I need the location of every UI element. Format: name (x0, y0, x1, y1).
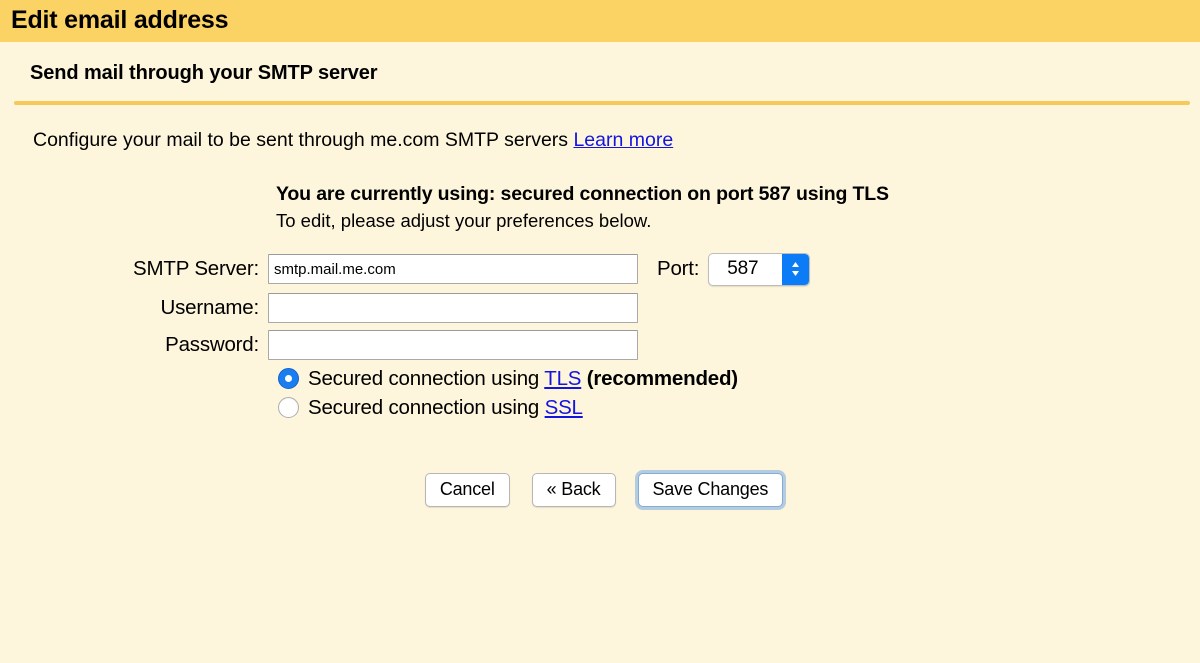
tls-recommended-text: (recommended) (581, 366, 738, 390)
page-title: Edit email address (11, 5, 229, 34)
current-settings-text: You are currently using: secured connect… (276, 183, 889, 206)
port-label: Port: (657, 257, 700, 281)
username-label: Username: (160, 295, 260, 319)
smtp-server-label: SMTP Server: (133, 257, 259, 281)
port-select[interactable]: 587 (708, 252, 811, 286)
ssl-option-label: Secured connection using SSL (308, 396, 583, 420)
ssl-option-row[interactable]: Secured connection using SSL (0, 396, 1200, 420)
smtp-server-row: SMTP Server: Port: 587 (0, 252, 1200, 286)
back-button[interactable]: « Back (531, 472, 616, 507)
username-input[interactable] (268, 292, 638, 323)
learn-more-link[interactable]: Learn more (573, 129, 673, 151)
intro-text: Configure your mail to be sent through m… (33, 129, 569, 151)
divider-wrapper (0, 101, 1200, 105)
cancel-button[interactable]: Cancel (424, 472, 510, 507)
smtp-form: SMTP Server: Port: 587 Username: Passwor… (0, 252, 1200, 420)
tls-label-prefix: Secured connection using (308, 366, 545, 390)
port-selected-value: 587 (727, 258, 759, 280)
section-heading: Send mail through your SMTP server (30, 62, 378, 84)
username-row: Username: (0, 292, 1200, 323)
password-row: Password: (0, 329, 1200, 360)
ssl-link[interactable]: SSL (545, 396, 583, 419)
intro-paragraph: Configure your mail to be sent through m… (0, 129, 1200, 152)
section-header: Send mail through your SMTP server (0, 42, 1200, 85)
tls-radio-button[interactable] (278, 368, 299, 390)
tls-link[interactable]: TLS (544, 367, 581, 390)
ssl-label-prefix: Secured connection using (308, 395, 545, 419)
password-label: Password: (165, 332, 259, 356)
tls-option-row[interactable]: Secured connection using TLS (recommende… (0, 367, 1200, 391)
save-changes-button[interactable]: Save Changes (637, 472, 784, 507)
form-actions: Cancel « Back Save Changes (0, 472, 1200, 507)
ssl-radio-button[interactable] (278, 397, 299, 419)
password-input[interactable] (268, 329, 638, 360)
horizontal-divider (14, 101, 1190, 105)
window-titlebar: Edit email address (0, 0, 1200, 42)
smtp-server-input[interactable] (268, 254, 638, 285)
tls-option-label: Secured connection using TLS (recommende… (308, 367, 738, 391)
current-settings-block: You are currently using: secured connect… (0, 182, 1200, 232)
stepper-chevrons-icon[interactable] (782, 253, 810, 285)
current-settings-hint: To edit, please adjust your preferences … (276, 209, 652, 231)
